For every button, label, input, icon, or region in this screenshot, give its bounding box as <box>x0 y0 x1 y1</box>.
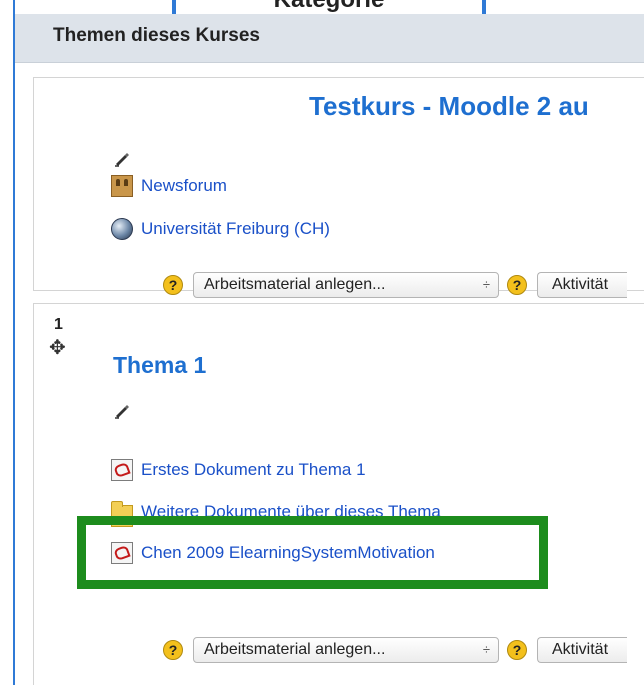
move-icon[interactable]: ✥ <box>49 338 66 358</box>
help-icon[interactable]: ? <box>507 275 527 295</box>
topic-title[interactable]: Thema 1 <box>113 352 206 379</box>
help-icon[interactable]: ? <box>163 275 183 295</box>
add-activity-label: Aktivität <box>552 641 609 658</box>
course-topics-header: Themen dieses Kurses <box>15 14 644 63</box>
highlight-box <box>77 516 548 589</box>
add-activity-select[interactable]: Aktivität <box>537 637 627 663</box>
activity-label[interactable]: Erstes Dokument zu Thema 1 <box>141 460 366 480</box>
help-icon[interactable]: ? <box>507 640 527 660</box>
help-icon[interactable]: ? <box>163 640 183 660</box>
course-title[interactable]: Testkurs - Moodle 2 au <box>309 91 589 122</box>
activity-url-unifr[interactable]: Universität Freiburg (CH) <box>111 218 330 240</box>
top-tab-label: Kategorie <box>176 0 482 14</box>
section-topic-1: 1 ✥ Thema 1 Erstes Dokument zu Thema 1 W… <box>33 303 644 685</box>
add-activity-select[interactable]: Aktivität <box>537 272 627 298</box>
activity-first-document[interactable]: Erstes Dokument zu Thema 1 <box>111 459 366 481</box>
pdf-icon <box>111 459 133 481</box>
header-title: Themen dieses Kurses <box>53 25 260 46</box>
activity-label[interactable]: Universität Freiburg (CH) <box>141 219 330 239</box>
add-controls: ? Arbeitsmaterial anlegen... ÷ ? Aktivit… <box>163 637 635 663</box>
add-resource-select[interactable]: Arbeitsmaterial anlegen... ÷ <box>193 272 499 298</box>
activity-newsforum[interactable]: Newsforum <box>111 175 227 197</box>
edit-summary-icon[interactable] <box>114 151 130 167</box>
add-resource-select[interactable]: Arbeitsmaterial anlegen... ÷ <box>193 637 499 663</box>
forum-icon <box>111 175 133 197</box>
edit-summary-icon[interactable] <box>114 403 130 419</box>
add-resource-label: Arbeitsmaterial anlegen... <box>204 641 386 658</box>
section-number: 1 <box>54 316 63 333</box>
add-activity-label: Aktivität <box>552 276 609 293</box>
top-tab: Kategorie <box>172 0 486 14</box>
url-globe-icon <box>111 218 133 240</box>
add-resource-label: Arbeitsmaterial anlegen... <box>204 276 386 293</box>
select-arrows-icon: ÷ <box>482 277 490 292</box>
select-arrows-icon: ÷ <box>482 642 490 657</box>
add-controls: ? Arbeitsmaterial anlegen... ÷ ? Aktivit… <box>163 272 635 298</box>
activity-label[interactable]: Newsforum <box>141 176 227 196</box>
section-general: Testkurs - Moodle 2 au Newsforum Univers… <box>33 77 644 298</box>
